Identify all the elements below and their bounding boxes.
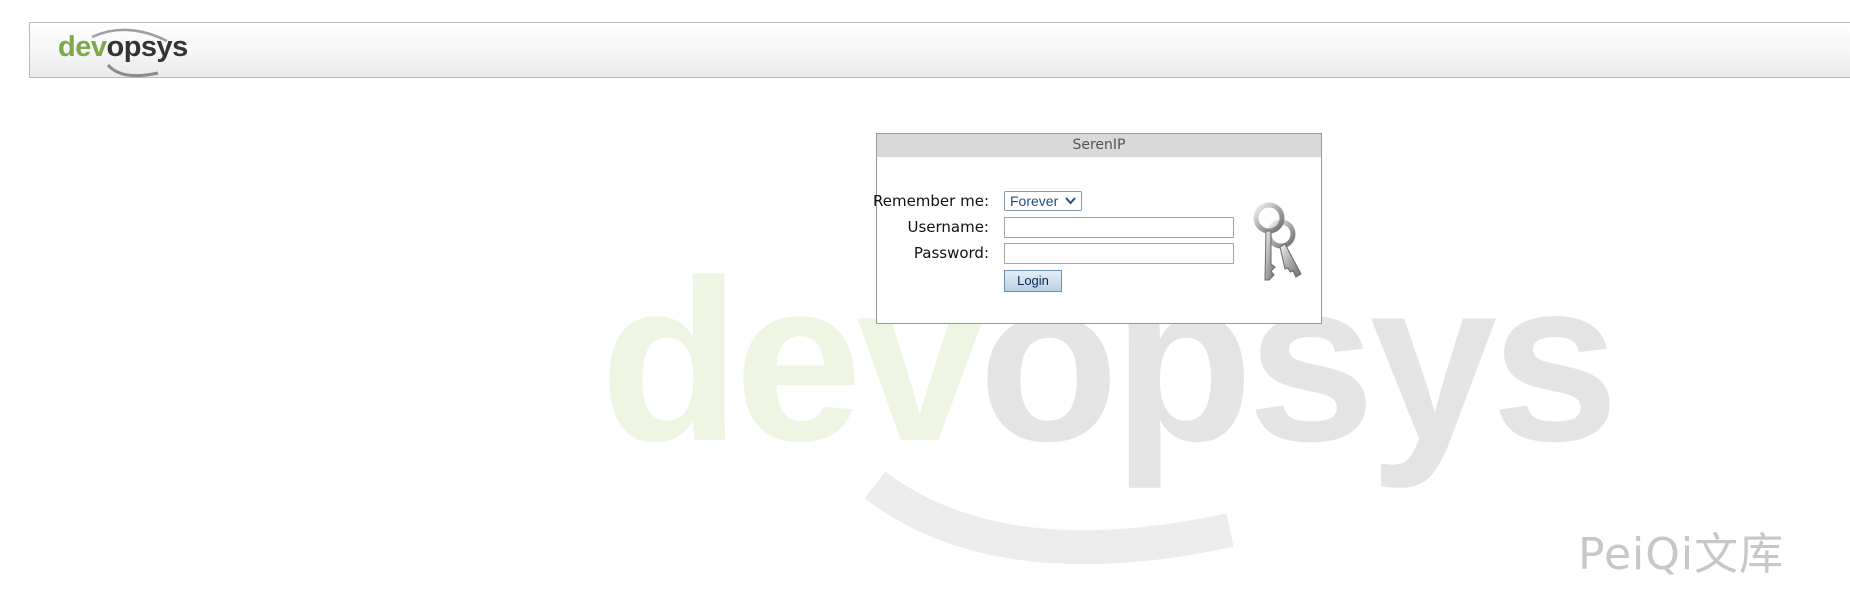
login-panel-title: SerenIP (877, 134, 1321, 157)
username-input[interactable] (1004, 217, 1234, 238)
login-button[interactable]: Login (1004, 270, 1062, 292)
logo-text-suffix: opsys (106, 31, 188, 63)
header-bar: devopsys (29, 22, 1850, 78)
remember-label: Remember me: (872, 192, 989, 210)
remember-select-value: Forever (1010, 193, 1059, 209)
logo-text: devopsys (58, 31, 188, 64)
login-panel: SerenIP Remember me: Forever Username: P… (872, 133, 1322, 324)
password-label: Password: (913, 244, 989, 262)
keys-icon (1253, 202, 1302, 281)
site-watermark-text: PeiQi文库 (1578, 529, 1785, 580)
username-label: Username: (907, 218, 989, 236)
logo-text-prefix: dev (58, 31, 107, 63)
remember-select[interactable]: Forever (1004, 191, 1082, 211)
chevron-down-icon (1065, 192, 1076, 215)
devopsys-logo[interactable]: devopsys (52, 23, 202, 79)
password-input[interactable] (1004, 243, 1234, 264)
